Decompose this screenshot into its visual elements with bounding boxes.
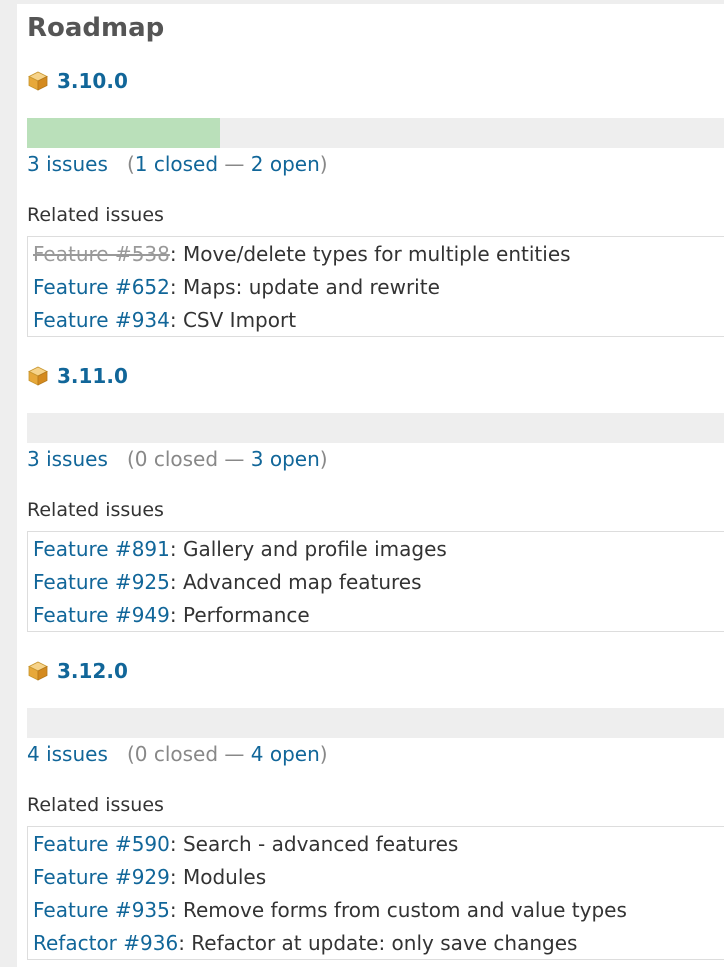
related-issue-row: Feature #929: Modules	[28, 860, 724, 893]
issue-subject: : Remove forms from custom and value typ…	[169, 897, 627, 922]
issue-link[interactable]: Refactor #936	[33, 931, 178, 955]
issue-link[interactable]: Feature #929	[33, 865, 170, 889]
issue-link[interactable]: Feature #652	[33, 275, 170, 299]
related-issue-row: Feature #949: Performance	[28, 598, 724, 631]
related-issue-row: Feature #925: Advanced map features	[28, 565, 724, 598]
issue-subject: : Performance	[169, 602, 310, 627]
version-title: 3.10.0	[27, 66, 128, 96]
related-issues-label: Related issues	[27, 794, 164, 816]
issue-subject: : Search - advanced features	[169, 831, 459, 856]
version-progress-bar	[27, 118, 724, 148]
page-title: Roadmap	[27, 13, 165, 43]
summary-close-paren: )	[319, 152, 328, 176]
version-title: 3.12.0	[27, 656, 128, 686]
issue-link[interactable]: Feature #538	[33, 242, 170, 266]
closed-issues-link[interactable]: 1 closed	[135, 152, 218, 176]
issues-count-link[interactable]: 3 issues	[27, 447, 108, 471]
version-progress-bar	[27, 413, 724, 443]
related-issue-row: Feature #538: Move/delete types for mult…	[28, 237, 724, 270]
summary-close-paren: )	[319, 742, 328, 766]
summary-separator: —	[218, 152, 251, 176]
open-issues-link[interactable]: 4 open	[251, 742, 320, 766]
version-title: 3.11.0	[27, 361, 128, 391]
summary-separator: —	[218, 742, 251, 766]
issue-subject: : Maps: update and rewrite	[169, 274, 440, 299]
issues-count-link[interactable]: 3 issues	[27, 152, 108, 176]
package-icon	[28, 366, 48, 386]
issue-link[interactable]: Feature #891	[33, 537, 170, 561]
summary-close-paren: )	[319, 447, 328, 471]
closed-issues-count: 0 closed	[134, 742, 219, 766]
version-link[interactable]: 3.12.0	[57, 659, 128, 683]
package-icon	[28, 71, 48, 91]
issue-subject: : CSV Import	[169, 307, 297, 332]
issue-link[interactable]: Feature #590	[33, 832, 170, 856]
issue-link[interactable]: Feature #949	[33, 603, 170, 627]
open-issues-link[interactable]: 2 open	[251, 152, 320, 176]
issue-subject: : Advanced map features	[169, 569, 422, 594]
related-issue-row: Refactor #936: Refactor at update: only …	[28, 926, 724, 959]
related-issue-row: Feature #891: Gallery and profile images	[28, 532, 724, 565]
issue-subject: : Modules	[169, 864, 267, 889]
issues-count-link[interactable]: 4 issues	[27, 742, 108, 766]
related-issues-label: Related issues	[27, 204, 164, 226]
related-issue-row: Feature #652: Maps: update and rewrite	[28, 270, 724, 303]
open-issues-link[interactable]: 3 open	[251, 447, 320, 471]
related-issues-table: Feature #590: Search - advanced features…	[27, 826, 724, 960]
closed-issues-count: 0 closed	[134, 447, 219, 471]
version-link[interactable]: 3.10.0	[57, 69, 128, 93]
related-issues-table: Feature #891: Gallery and profile images…	[27, 531, 724, 632]
issue-subject: : Gallery and profile images	[169, 536, 447, 561]
roadmap-content: Roadmap 3.10.0 3 issues (1 closed — 2 op…	[17, 4, 724, 967]
related-issues-table: Feature #538: Move/delete types for mult…	[27, 236, 724, 337]
issue-summary: 3 issues (1 closed — 2 open)	[27, 148, 328, 180]
related-issue-row: Feature #935: Remove forms from custom a…	[28, 893, 724, 926]
summary-separator: —	[218, 447, 251, 471]
issue-link[interactable]: Feature #934	[33, 308, 170, 332]
issue-link[interactable]: Feature #935	[33, 898, 170, 922]
issue-link[interactable]: Feature #925	[33, 570, 170, 594]
summary-open-paren: (	[107, 152, 135, 176]
summary-open-paren: (	[107, 447, 135, 471]
issue-summary: 3 issues (0 closed — 3 open)	[27, 443, 328, 475]
summary-open-paren: (	[107, 742, 135, 766]
package-icon	[28, 661, 48, 681]
related-issues-label: Related issues	[27, 499, 164, 521]
progress-closed	[27, 118, 220, 148]
version-link[interactable]: 3.11.0	[57, 364, 128, 388]
issue-subject: : Move/delete types for multiple entitie…	[169, 241, 571, 266]
related-issue-row: Feature #934: CSV Import	[28, 303, 724, 336]
related-issue-row: Feature #590: Search - advanced features	[28, 827, 724, 860]
issue-summary: 4 issues (0 closed — 4 open)	[27, 738, 328, 770]
issue-subject: : Refactor at update: only save changes	[178, 930, 578, 955]
version-progress-bar	[27, 708, 724, 738]
